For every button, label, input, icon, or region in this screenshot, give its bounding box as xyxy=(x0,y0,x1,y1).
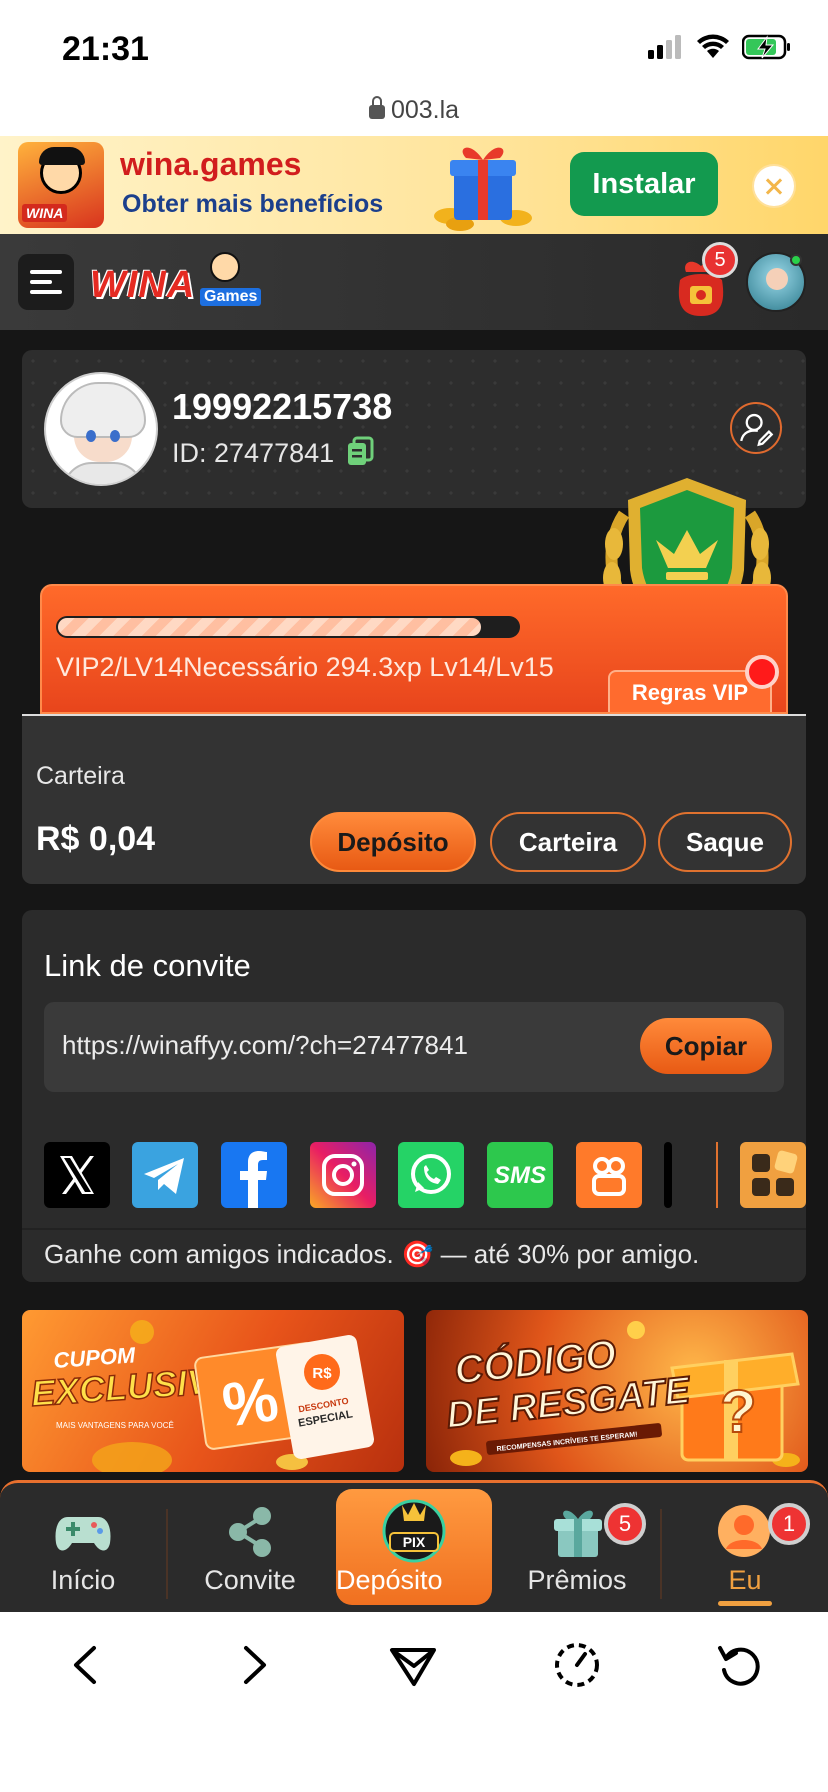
install-button[interactable]: Instalar xyxy=(570,152,718,216)
promo-left-ticket-currency: R$ xyxy=(312,1365,332,1382)
vip-progress-card: VIP2/LV14Necessário 294.3xp Lv14/Lv15 Re… xyxy=(40,584,788,714)
nav-label-eu: Eu xyxy=(728,1565,762,1595)
sms-icon-label: SMS xyxy=(494,1162,546,1189)
cellular-signal-icon xyxy=(648,35,681,59)
wifi-icon xyxy=(697,34,729,58)
online-status-dot xyxy=(790,254,802,266)
facebook-icon[interactable] xyxy=(221,1142,287,1208)
notification-badge: 5 xyxy=(702,242,738,278)
eu-badge: 1 xyxy=(768,1503,810,1545)
vip-notification-dot xyxy=(745,655,779,689)
app-logo-icon: WINA xyxy=(18,142,104,228)
premios-badge: 5 xyxy=(604,1503,646,1545)
nav-label-inicio: Início xyxy=(50,1565,116,1595)
wallet-balance: R$ 0,04 xyxy=(36,820,156,858)
share-row: SMS xyxy=(44,1142,806,1208)
invite-title: Link de convite xyxy=(44,948,251,983)
vip-progress-bar xyxy=(56,616,520,638)
banner-title: wina.games xyxy=(120,146,302,182)
url-bar[interactable]: 003.la xyxy=(0,96,828,125)
menu-icon[interactable] xyxy=(18,254,74,310)
vip-progress-fill xyxy=(58,618,481,636)
partial-share-icon[interactable] xyxy=(664,1142,672,1208)
exclusive-coupon-banner[interactable]: CUPOM EXCLUSIVO MAIS VANTAGENS PARA VOCÊ… xyxy=(22,1310,404,1472)
instagram-icon[interactable] xyxy=(310,1142,376,1208)
invite-url[interactable]: https://winaffyy.com/?ch=27477841 xyxy=(62,1030,468,1061)
reload-icon[interactable] xyxy=(714,1640,764,1690)
wallet-label: Carteira xyxy=(36,762,125,790)
lock-icon xyxy=(368,96,385,119)
url-text: 003.la xyxy=(390,96,460,124)
close-banner-icon[interactable] xyxy=(754,166,794,206)
promo-right-mark: ? xyxy=(720,1378,757,1445)
invite-card: Link de convite https://winaffyy.com/?ch… xyxy=(22,910,806,1282)
copy-link-button[interactable]: Copiar xyxy=(640,1018,772,1074)
banner-subtitle: Obter mais benefícios xyxy=(122,190,384,218)
withdraw-button[interactable]: Saque xyxy=(658,812,792,872)
nav-premios[interactable]: 5 Prêmios xyxy=(494,1483,660,1615)
nav-label-premios: Prêmios xyxy=(527,1565,627,1595)
share-icon xyxy=(229,1507,271,1557)
pix-icon: PIX xyxy=(382,1499,446,1563)
invite-note: Ganhe com amigos indicados. 🎯 — até 30% … xyxy=(22,1228,806,1282)
profile-icon xyxy=(718,1505,770,1557)
nav-deposito[interactable]: PIX Depósito xyxy=(336,1489,492,1605)
app-header: WINA Games 5 xyxy=(0,234,828,330)
wallet-card: Carteira R$ 0,04 Depósito Carteira Saque xyxy=(22,714,806,884)
banner-logo-wordmark: WINA xyxy=(22,204,68,222)
profile-name: 19992215738 xyxy=(172,386,393,427)
install-banner: WINA wina.games Obter mais benefícios In… xyxy=(0,136,828,234)
copy-id-icon[interactable] xyxy=(346,436,374,466)
wina-games-logo[interactable]: WINA Games xyxy=(90,252,262,312)
more-apps-icon[interactable] xyxy=(740,1142,806,1208)
battery-charging-icon xyxy=(742,34,790,60)
edit-profile-icon[interactable] xyxy=(730,402,782,454)
vip-progress-text: VIP2/LV14Necessário 294.3xp Lv14/Lv15 xyxy=(56,652,554,682)
nav-eu[interactable]: 1 Eu xyxy=(662,1483,828,1615)
browser-chrome-top: 21:31 003.la xyxy=(0,0,828,136)
pix-label: PIX xyxy=(403,1534,426,1550)
invite-link-box: https://winaffyy.com/?ch=27477841 Copiar xyxy=(44,1002,784,1092)
bottom-nav: Início Convite PIX Depósito 5 Prêmios 1 … xyxy=(0,1480,828,1612)
browser-toolbar xyxy=(0,1612,828,1792)
status-time: 21:31 xyxy=(62,30,149,68)
logo-sub: Games xyxy=(200,288,262,306)
x-icon[interactable] xyxy=(44,1142,110,1208)
promo-left-percent: % xyxy=(218,1365,282,1441)
gift-icon xyxy=(554,1510,602,1557)
forward-icon[interactable] xyxy=(228,1640,278,1690)
telegram-icon[interactable] xyxy=(132,1142,198,1208)
history-icon[interactable] xyxy=(552,1640,602,1690)
logo-wordmark: WINA xyxy=(90,264,196,306)
share-divider xyxy=(716,1142,718,1208)
nav-convite[interactable]: Convite xyxy=(168,1483,332,1615)
nav-inicio[interactable]: Início xyxy=(0,1483,166,1615)
nav-label-convite: Convite xyxy=(204,1565,296,1595)
status-icons xyxy=(648,34,792,60)
profile-id: ID: 27477841 xyxy=(172,438,335,468)
deposit-button[interactable]: Depósito xyxy=(310,812,476,872)
nav-label-deposito: Depósito xyxy=(336,1565,443,1595)
profile-avatar[interactable] xyxy=(44,372,158,486)
whatsapp-icon[interactable] xyxy=(398,1142,464,1208)
kwai-icon[interactable] xyxy=(576,1142,642,1208)
gamepad-icon xyxy=(55,1517,111,1551)
redeem-code-banner[interactable]: ? CÓDIGO DE RESGATE RECOMPENSAS INCRÍVEI… xyxy=(426,1310,808,1472)
back-icon[interactable] xyxy=(62,1640,112,1690)
active-tab-indicator xyxy=(718,1601,772,1606)
wallet-button[interactable]: Carteira xyxy=(490,812,646,872)
sms-icon[interactable]: SMS xyxy=(487,1142,553,1208)
send-icon[interactable] xyxy=(388,1640,438,1690)
gift-box-icon xyxy=(434,147,532,231)
promo-left-tagline: MAIS VANTAGENS PARA VOCÊ xyxy=(56,1421,174,1430)
